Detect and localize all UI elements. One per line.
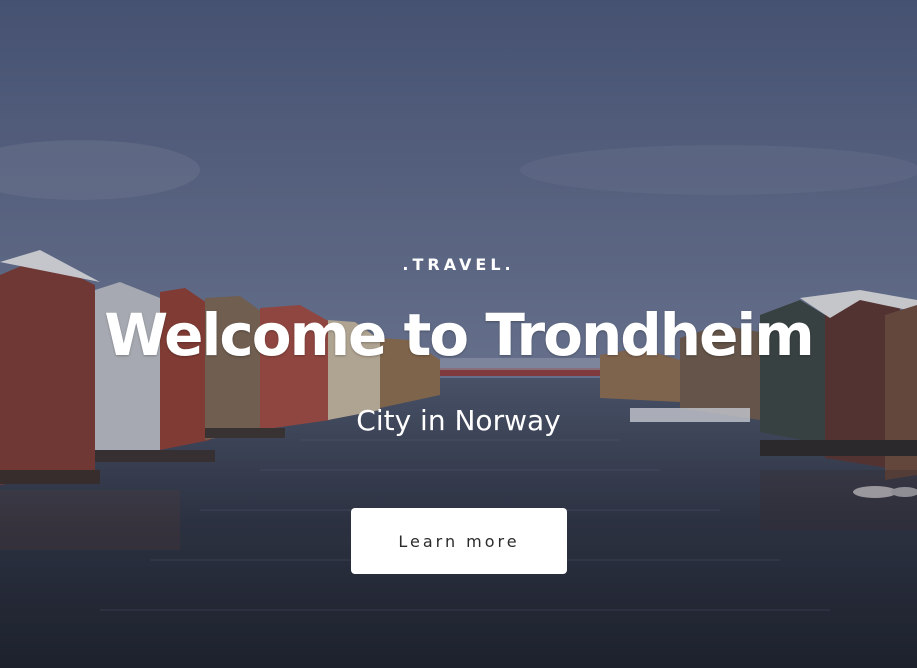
hero-subtitle: City in Norway [356, 404, 561, 437]
learn-more-button[interactable]: Learn more [351, 508, 567, 574]
eyebrow-label: .TRAVEL. [402, 255, 515, 274]
hero-section: .TRAVEL. Welcome to Trondheim City in No… [0, 0, 917, 668]
hero-title: Welcome to Trondheim [104, 301, 814, 369]
hero-content: .TRAVEL. Welcome to Trondheim City in No… [0, 0, 917, 668]
